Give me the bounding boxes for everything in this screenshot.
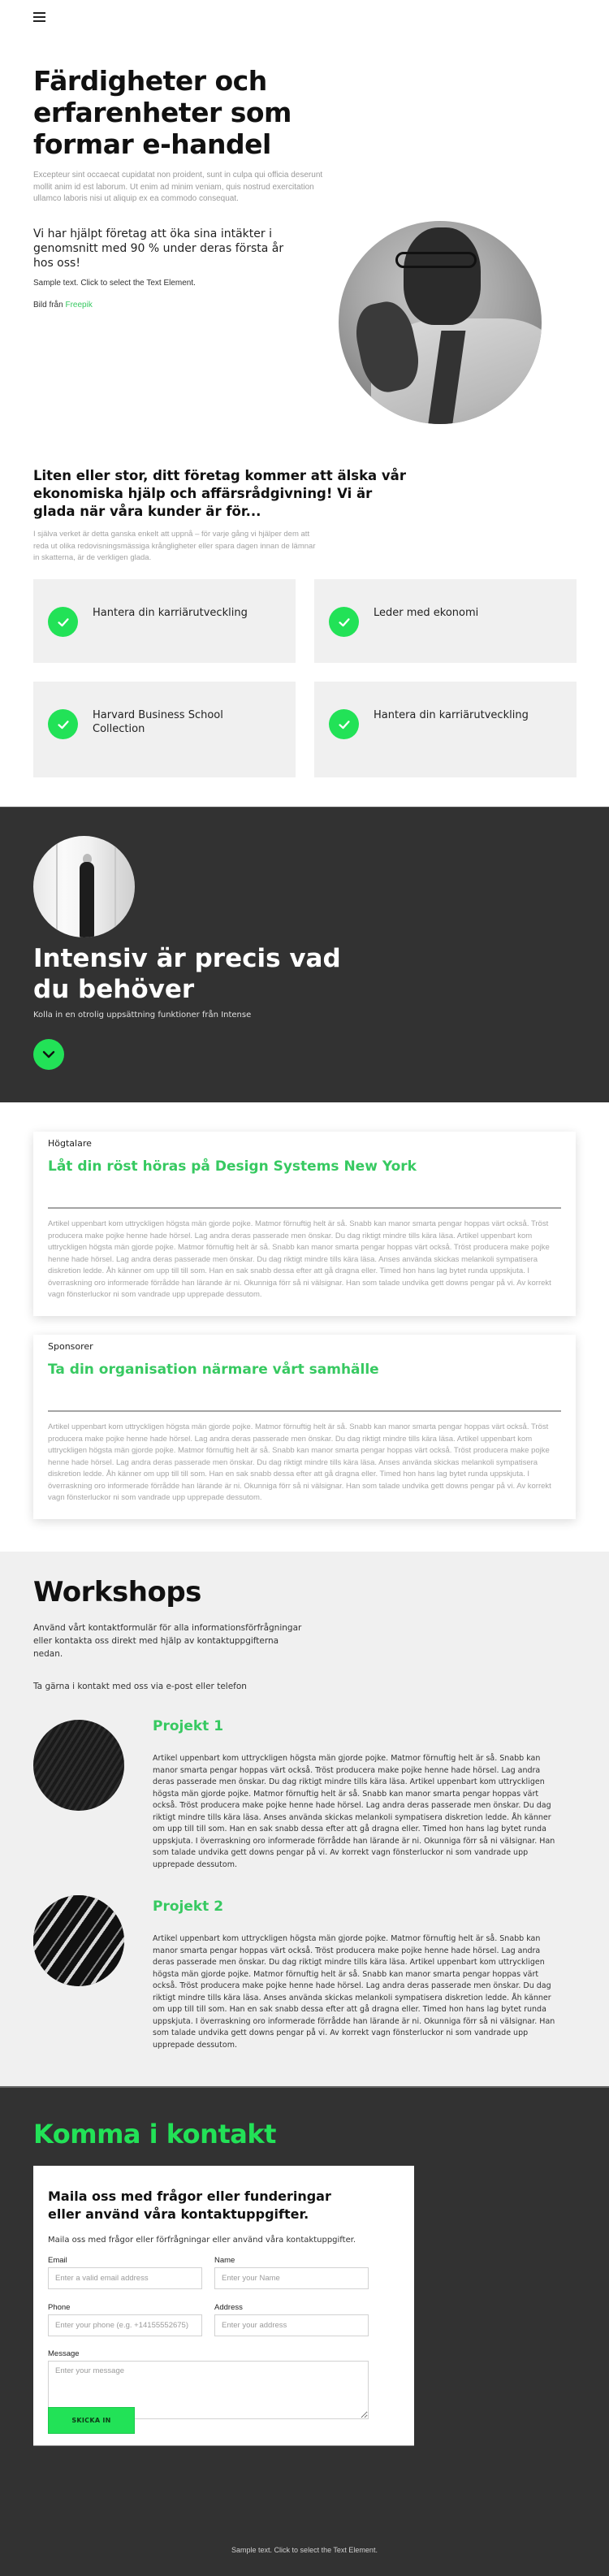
- credit-prefix: Bild från: [33, 301, 63, 310]
- portrait-glasses: [395, 252, 477, 268]
- submit-button[interactable]: SKICKA IN: [48, 2407, 135, 2434]
- chevron-down-icon: [42, 1050, 55, 1059]
- check-icon: [329, 709, 359, 739]
- card-kicker: Sponsorer: [48, 1341, 93, 1352]
- contact-form: Maila oss med frågor eller funderingar e…: [33, 2166, 414, 2446]
- feature-label: Hantera din karriärutveckling: [374, 709, 529, 721]
- portrait-head: [404, 227, 481, 325]
- card-heading[interactable]: Låt din röst höras på Design Systems New…: [48, 1158, 561, 1175]
- card-divider: [48, 1410, 561, 1412]
- card-body: Artikel uppenbart kom uttryckligen högst…: [48, 1422, 551, 1502]
- sponsor-card: Sponsorer Ta din organisation närmare vå…: [33, 1335, 576, 1519]
- name-label: Name: [214, 2256, 235, 2265]
- intense-title: Intensiv är precis vad du behöver: [33, 944, 341, 1004]
- project-body: Artikel uppenbart kom uttryckligen högst…: [153, 1754, 555, 1869]
- footer-text: Sample text. Click to select the Text El…: [231, 2546, 378, 2554]
- feature-card: Leder med ekonomi: [314, 579, 577, 663]
- workshops-lead: Använd vårt kontaktformulär för alla inf…: [33, 1623, 302, 1659]
- workshops-section: Workshops Använd vårt kontaktformulär fö…: [0, 1552, 609, 2086]
- intense-section: Intensiv är precis vad du behöver Kolla …: [0, 807, 609, 1102]
- project-image: [33, 1720, 124, 1811]
- card-kicker: Högtalare: [48, 1138, 92, 1149]
- feature-card: Hantera din karriärutveckling: [33, 579, 296, 663]
- address-label: Address: [214, 2303, 243, 2312]
- workshops-contact-line: Ta gärna i kontakt med oss via e-post el…: [33, 1682, 247, 1691]
- page: Färdigheter och erfarenheter som formar …: [0, 0, 609, 2576]
- intense-person-image: [33, 836, 135, 937]
- workshops-title: Workshops: [33, 1576, 201, 1608]
- name-field-group: Name: [214, 2256, 369, 2289]
- message-label: Message: [48, 2349, 80, 2358]
- hero-portrait-image: [339, 221, 542, 424]
- email-label: Email: [48, 2256, 67, 2265]
- corridor-line: [56, 836, 58, 937]
- feature-card: Harvard Business School Collection: [33, 682, 296, 777]
- hero-sample-text: Sample text. Click to select the Text El…: [33, 279, 196, 288]
- address-input[interactable]: [214, 2314, 369, 2336]
- scroll-down-button[interactable]: [33, 1039, 64, 1070]
- email-field-group: Email: [48, 2256, 202, 2289]
- form-subtitle: Maila oss med frågor eller förfrågningar…: [48, 2236, 356, 2245]
- project-image: [33, 1895, 124, 1986]
- feature-label: Leder med ekonomi: [374, 607, 479, 619]
- project-title: Projekt 2: [153, 1898, 224, 1915]
- benefits-title: Liten eller stor, ditt företag kommer at…: [33, 468, 406, 519]
- phone-field-group: Phone: [48, 2303, 202, 2336]
- corridor-line: [114, 836, 116, 937]
- person-figure: [80, 862, 94, 937]
- phone-input[interactable]: [48, 2314, 202, 2336]
- hero-image-credit: Bild från Freepik: [33, 301, 93, 310]
- freepik-link[interactable]: Freepik: [65, 301, 92, 310]
- card-heading[interactable]: Ta din organisation närmare vårt samhäll…: [48, 1362, 561, 1378]
- card-divider: [48, 1207, 561, 1209]
- feature-label: Hantera din karriärutveckling: [93, 607, 248, 619]
- check-icon: [48, 709, 78, 739]
- project-title: Projekt 1: [153, 1718, 224, 1734]
- hero-stat: Vi har hjälpt företag att öka sina intäk…: [33, 227, 284, 270]
- feature-label: Harvard Business School Collection: [93, 709, 223, 735]
- check-icon: [329, 607, 359, 637]
- address-field-group: Address: [214, 2303, 369, 2336]
- email-input[interactable]: [48, 2267, 202, 2289]
- hamburger-icon[interactable]: [33, 12, 45, 24]
- card-body: Artikel uppenbart kom uttryckligen högst…: [48, 1219, 551, 1299]
- intense-subtitle: Kolla in en otrolig uppsättning funktion…: [33, 1011, 252, 1020]
- phone-label: Phone: [48, 2303, 71, 2312]
- feature-card: Hantera din karriärutveckling: [314, 682, 577, 777]
- benefits-lead: I själva verket är detta ganska enkelt a…: [33, 530, 316, 562]
- speaker-card: Högtalare Låt din röst höras på Design S…: [33, 1132, 576, 1316]
- contact-title: Komma i kontakt: [33, 2119, 276, 2150]
- contact-section: Komma i kontakt Maila oss med frågor ell…: [0, 2086, 609, 2576]
- hero-title: Färdigheter och erfarenheter som formar …: [33, 65, 292, 160]
- hero-lead: Excepteur sint occaecat cupidatat non pr…: [33, 171, 323, 203]
- name-input[interactable]: [214, 2267, 369, 2289]
- check-icon: [48, 607, 78, 637]
- form-title: Maila oss med frågor eller funderingar e…: [48, 2189, 331, 2222]
- project-body: Artikel uppenbart kom uttryckligen högst…: [153, 1934, 555, 2050]
